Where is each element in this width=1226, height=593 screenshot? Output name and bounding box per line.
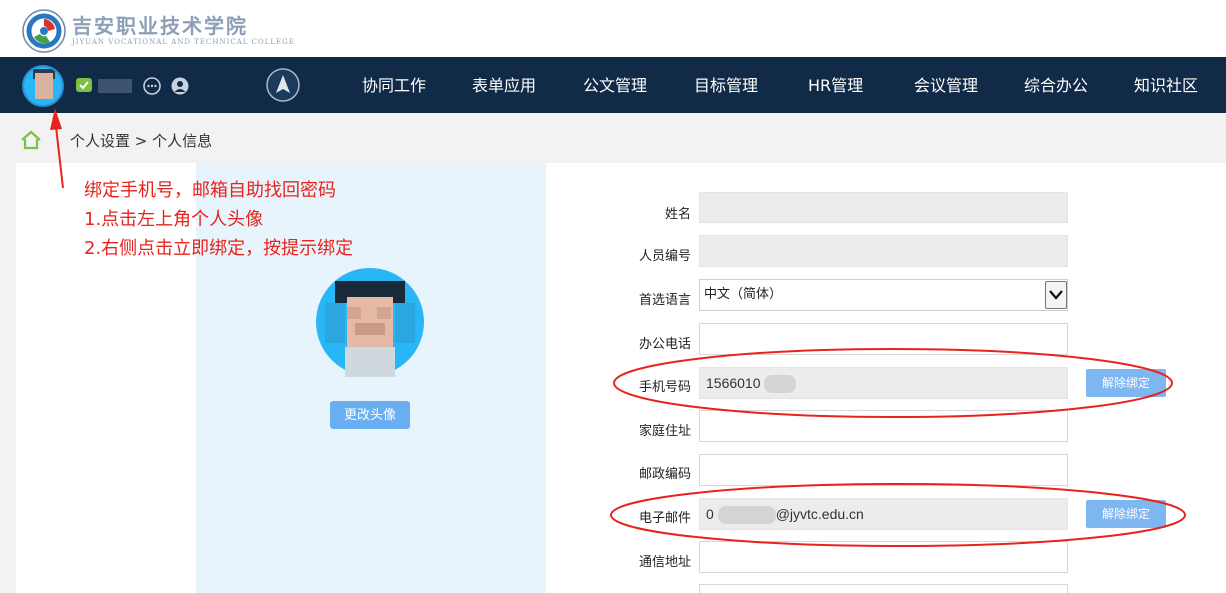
college-english-name: JIYUAN VOCATIONAL AND TECHNICAL COLLEGE <box>72 38 295 46</box>
postcode-field[interactable] <box>699 454 1068 486</box>
nav-item-goals[interactable]: 目标管理 <box>694 57 758 113</box>
home-address-label: 家庭住址 <box>638 424 691 439</box>
message-icon[interactable] <box>143 77 161 95</box>
online-status-icon[interactable] <box>76 78 94 94</box>
unbind-mobile-button[interactable]: 解除绑定 <box>1086 369 1166 397</box>
annotation-line-2: 1.点击左上角个人头像 <box>84 209 264 230</box>
language-select[interactable]: 中文（简体） <box>699 279 1068 311</box>
email-label: 电子邮件 <box>638 511 691 526</box>
unbind-email-button[interactable]: 解除绑定 <box>1086 500 1166 528</box>
mobile-field: 1566010 <box>699 367 1068 399</box>
chevron-down-icon[interactable] <box>1045 281 1067 309</box>
email-prefix: 0 <box>706 506 714 522</box>
id-field <box>699 235 1068 267</box>
nav-item-documents[interactable]: 公文管理 <box>583 57 647 113</box>
language-select-value: 中文（简体） <box>704 287 783 302</box>
home-address-field[interactable] <box>699 410 1068 442</box>
next-field[interactable] <box>699 584 1068 593</box>
nav-item-meetings[interactable]: 会议管理 <box>914 57 978 113</box>
profile-avatar-image <box>316 268 424 377</box>
college-seal-icon <box>22 9 66 53</box>
name-field <box>699 192 1068 223</box>
user-name: 用户 <box>98 79 132 93</box>
nav-item-knowledge[interactable]: 知识社区 <box>1134 57 1198 113</box>
mailing-address-field[interactable] <box>699 541 1068 573</box>
nav-item-office[interactable]: 综合办公 <box>1024 57 1088 113</box>
office-phone-label: 办公电话 <box>638 337 691 352</box>
breadcrumb-path: 个人设置 > 个人信息 <box>70 132 213 150</box>
office-phone-field[interactable] <box>699 323 1068 355</box>
nav-item-hr[interactable]: HR管理 <box>808 57 863 113</box>
user-avatar[interactable] <box>22 65 64 107</box>
annotation-line-3: 2.右侧点击立即绑定，按提示绑定 <box>84 238 354 259</box>
email-field: 0 @jyvtc.edu.cn <box>699 498 1068 530</box>
mobile-label: 手机号码 <box>638 380 691 395</box>
contacts-icon[interactable] <box>171 77 189 95</box>
college-name: 吉安职业技术学院 <box>72 14 248 38</box>
lang-label: 首选语言 <box>638 293 691 308</box>
id-label: 人员编号 <box>638 249 691 264</box>
change-avatar-button[interactable]: 更改头像 <box>330 401 410 429</box>
nav-item-forms[interactable]: 表单应用 <box>472 57 536 113</box>
navigation-icon[interactable] <box>266 68 300 102</box>
postcode-label: 邮政编码 <box>638 467 691 482</box>
logo-bar: 吉安职业技术学院 JIYUAN VOCATIONAL AND TECHNICAL… <box>0 0 1226 57</box>
name-label: 姓名 <box>664 207 691 222</box>
mailing-address-label: 通信地址 <box>638 555 691 570</box>
email-suffix: @jyvtc.edu.cn <box>775 506 864 522</box>
home-icon[interactable] <box>20 130 42 150</box>
annotation-line-1: 绑定手机号，邮箱自助找回密码 <box>84 180 336 201</box>
mobile-value: 1566010 <box>706 375 761 391</box>
nav-item-collaboration[interactable]: 协同工作 <box>362 57 426 113</box>
top-nav-bar: 用户 协同工作 表单应用 公文管理 目标管理 HR管理 会议管理 综合办公 知识… <box>0 57 1226 113</box>
